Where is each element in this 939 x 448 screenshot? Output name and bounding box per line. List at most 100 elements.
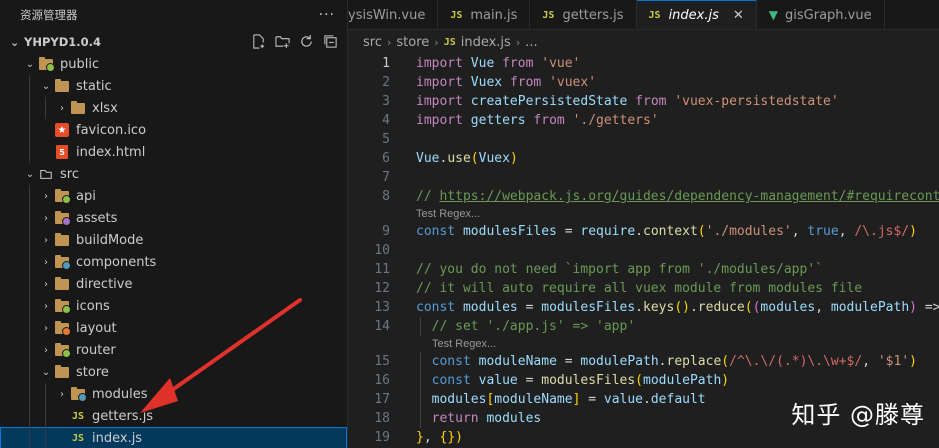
code-text: import getters from './getters' [416, 113, 659, 128]
tree-item-icons[interactable]: › icons [0, 295, 347, 317]
tree-item-components[interactable]: › components [0, 251, 347, 273]
refresh-icon[interactable] [298, 33, 315, 50]
tree-item-assets[interactable]: › assets [0, 207, 347, 229]
chevron-down-icon: ⌄ [25, 168, 35, 180]
code-line: 19}, {}) [348, 428, 939, 447]
chevron-right-icon: › [515, 35, 521, 49]
tree-item-label: router [76, 342, 116, 358]
folder-icon [55, 232, 69, 246]
test-regex-codelens[interactable]: Test Regex... [348, 336, 939, 352]
js-file-icon: JS [450, 9, 463, 21]
code-text: import Vuex from 'vuex' [416, 75, 597, 90]
tree-item-store[interactable]: ⌄ store [0, 361, 347, 383]
indent-guide [29, 339, 30, 361]
code-text: const modulesFiles = require.context('./… [416, 224, 917, 239]
tree-item-label: src [60, 166, 79, 182]
close-icon[interactable]: ✕ [733, 8, 744, 23]
folder-icon [55, 342, 71, 358]
tree-item-label: layout [76, 320, 117, 336]
chevron-right-icon: › [44, 344, 48, 356]
code-text: return modules [431, 411, 542, 426]
tree-item-label: components [76, 254, 157, 270]
chevron-right-icon: › [44, 212, 48, 224]
tab-ysiswin-vue[interactable]: ysisWin.vue [348, 0, 439, 29]
tab-label: ysisWin.vue [348, 7, 426, 23]
tree-item-src[interactable]: ⌄ src [0, 163, 347, 185]
tree-item-public[interactable]: ⌄ public [0, 53, 347, 75]
tab-index-js[interactable]: JS index.js ✕ [636, 0, 757, 29]
tree-item-layout[interactable]: › layout [0, 317, 347, 339]
tree-item-label: xlsx [92, 100, 118, 116]
collapse-all-icon[interactable] [322, 33, 339, 50]
breadcrumb-item[interactable]: ... [525, 35, 537, 50]
line-number: 3 [382, 94, 390, 109]
code-text: Vue.use(Vuex) [416, 151, 518, 166]
chevron-down-icon: ⌄ [10, 35, 20, 49]
breadcrumb-item[interactable]: index.js [461, 35, 511, 50]
chevron-down-icon: ⌄ [41, 80, 51, 92]
code-line: 8 // https://webpack.js.org/guides/depend… [348, 187, 939, 206]
line-number: 15 [374, 354, 390, 369]
new-folder-icon[interactable] [274, 33, 291, 50]
file-icon [38, 56, 55, 72]
breadcrumb-item[interactable]: store [396, 35, 429, 50]
folder-icon [55, 276, 69, 290]
new-file-icon[interactable] [250, 33, 267, 50]
tree-item-static[interactable]: ⌄ static [0, 75, 347, 97]
explorer-sidebar: 资源管理器 ··· ⌄ YHPYD1.0.4 ⌄ public ⌄ static › xl… [0, 0, 348, 448]
chevron-right-icon: › [44, 256, 48, 268]
code-line: 16 const value = modulesFiles(modulePath… [348, 371, 939, 390]
explorer-title: 资源管理器 [20, 7, 78, 22]
line-number: 18 [374, 411, 390, 426]
indent-guide [45, 383, 46, 405]
indent-guide [29, 383, 30, 405]
indent-guide [29, 273, 30, 295]
file-icon [54, 342, 71, 358]
folder-icon [55, 320, 71, 336]
tree-item-index-js[interactable]: JS index.js [0, 427, 347, 448]
tree-item-buildmode[interactable]: › buildMode [0, 229, 347, 251]
code-text: }, {}) [416, 430, 463, 445]
code-line: 7 [348, 168, 939, 187]
vue-file-icon: ▼ [768, 8, 779, 22]
chevron-right-icon: › [44, 234, 48, 246]
file-icon [70, 386, 87, 402]
tree-item-label: index.html [76, 144, 146, 160]
code-text: // https://webpack.js.org/guides/depende… [416, 189, 939, 204]
tree-item-directive[interactable]: › directive [0, 273, 347, 295]
code-line: 14 // set './app.js' => 'app' [348, 317, 939, 336]
tree-item-label: api [76, 188, 96, 204]
file-icon [54, 364, 70, 380]
folder-icon [55, 188, 71, 204]
tree-item-router[interactable]: › router [0, 339, 347, 361]
project-name: YHPYD1.0.4 [24, 35, 101, 49]
tree-item-favicon-ico[interactable]: ★ favicon.ico [0, 119, 347, 141]
tree-item-label: buildMode [76, 232, 144, 248]
tree-item-label: index.js [92, 430, 143, 446]
file-icon [54, 276, 70, 292]
more-actions-icon[interactable]: ··· [319, 7, 335, 23]
tree-item-index-html[interactable]: 5 index.html [0, 141, 347, 163]
indent-guide [29, 141, 30, 163]
project-root[interactable]: ⌄ YHPYD1.0.4 [0, 29, 347, 55]
file-icon [54, 254, 71, 270]
indent-guide [29, 317, 30, 339]
tab-main-js[interactable]: JS main.js [438, 0, 531, 29]
line-number: 4 [382, 113, 390, 128]
tab-getters-js[interactable]: JS getters.js [530, 0, 637, 29]
tree-item-api[interactable]: › api [0, 185, 347, 207]
tree-item-modules[interactable]: › modules [0, 383, 347, 405]
tree-item-getters-js[interactable]: JS getters.js [0, 405, 347, 427]
editor-area: ysisWin.vue JS main.js JS getters.js JS index.… [348, 0, 939, 448]
tab-label: index.js [668, 8, 719, 23]
code-text: modules[moduleName] = value.default [431, 392, 706, 407]
explorer-header: 资源管理器 ··· [0, 0, 347, 29]
code-editor[interactable]: 1 import Vue from 'vue' 2 import Vuex from … [348, 54, 939, 447]
tree-item-xlsx[interactable]: › xlsx [0, 97, 347, 119]
chevron-down-icon: ⌄ [41, 366, 51, 378]
line-number: 2 [382, 75, 390, 90]
tab-gisgraph-vue[interactable]: ▼ gisGraph.vue [757, 0, 885, 29]
breadcrumb-item[interactable]: src [363, 35, 382, 50]
test-regex-codelens[interactable]: Test Regex... [348, 206, 939, 222]
indent-guide [45, 405, 46, 427]
